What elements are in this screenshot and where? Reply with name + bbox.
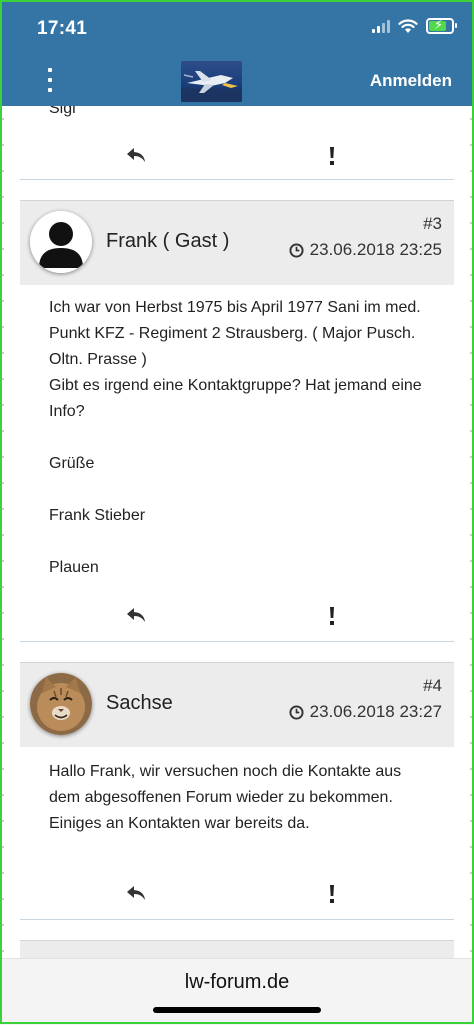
clock-icon — [289, 242, 304, 258]
exclamation-icon[interactable] — [325, 605, 339, 627]
post-body: Ich war von Herbst 1975 bis April 1977 S… — [49, 295, 429, 581]
previous-post-actions — [20, 142, 454, 172]
avatar[interactable] — [30, 211, 92, 273]
author-name[interactable]: Sachse — [106, 692, 173, 715]
exclamation-icon[interactable] — [325, 883, 339, 905]
post-number[interactable]: #4 — [423, 676, 442, 696]
home-indicator[interactable] — [153, 1007, 321, 1013]
post-header: Frank ( Gast ) #3 23.06.2018 23:25 — [20, 200, 454, 285]
author-name[interactable]: Frank ( Gast ) — [106, 230, 229, 253]
post-paragraph: Frank Stieber — [49, 507, 146, 524]
next-post-header — [20, 940, 454, 958]
status-icons: ⚡ — [372, 17, 457, 34]
cat-avatar-icon — [30, 673, 92, 735]
wifi-icon — [398, 18, 418, 33]
url-text[interactable]: lw-forum.de — [0, 971, 474, 994]
reply-arrow-icon[interactable] — [125, 144, 149, 168]
post-divider — [20, 919, 454, 920]
post-divider — [20, 179, 454, 180]
app-header: 17:41 ⚡ Anmelden — [0, 0, 474, 106]
jet-logo-icon — [181, 71, 242, 102]
post-header: Sachse #4 23.06.2018 23:27 — [20, 662, 454, 747]
post-paragraph: Grüße — [49, 455, 95, 472]
reply-arrow-icon[interactable] — [125, 882, 149, 906]
right-dotted-border — [470, 106, 472, 958]
post-body: Hallo Frank, wir versuchen noch die Kont… — [49, 759, 429, 837]
site-logo[interactable] — [181, 61, 242, 102]
post-date: 23.06.2018 23:27 — [289, 702, 442, 722]
status-time: 17:41 — [37, 18, 88, 39]
post-paragraph: Plauen — [49, 559, 99, 576]
post-date-text: 23.06.2018 23:27 — [309, 702, 442, 721]
signal-icon — [372, 19, 390, 33]
post-actions — [20, 880, 454, 910]
vertical-dots-icon — [48, 68, 52, 72]
left-dotted-border — [2, 106, 4, 958]
post-paragraph: Hallo Frank, wir versuchen noch die Kont… — [49, 763, 402, 832]
post-number[interactable]: #3 — [423, 214, 442, 234]
login-link[interactable]: Anmelden — [370, 71, 452, 91]
exclamation-icon[interactable] — [325, 145, 339, 167]
menu-button[interactable] — [40, 68, 60, 92]
clock-icon — [289, 704, 304, 720]
post-paragraph: Gibt es irgend eine Kontaktgruppe? Hat j… — [49, 377, 422, 420]
guest-avatar-icon — [30, 211, 92, 273]
post-actions — [20, 602, 454, 632]
thread-content: Sigi Frank ( Gast ) #3 23.06.2018 23:25 … — [0, 106, 474, 958]
browser-bar: lw-forum.de — [0, 958, 474, 1025]
post-paragraph: Ich war von Herbst 1975 bis April 1977 S… — [49, 299, 421, 368]
battery-icon: ⚡ — [426, 17, 457, 34]
post-divider — [20, 641, 454, 642]
previous-post-signature: Sigi — [49, 106, 76, 117]
post-date-text: 23.06.2018 23:25 — [309, 240, 442, 259]
post-date: 23.06.2018 23:25 — [289, 240, 442, 260]
reply-arrow-icon[interactable] — [125, 604, 149, 628]
avatar[interactable] — [30, 673, 92, 735]
